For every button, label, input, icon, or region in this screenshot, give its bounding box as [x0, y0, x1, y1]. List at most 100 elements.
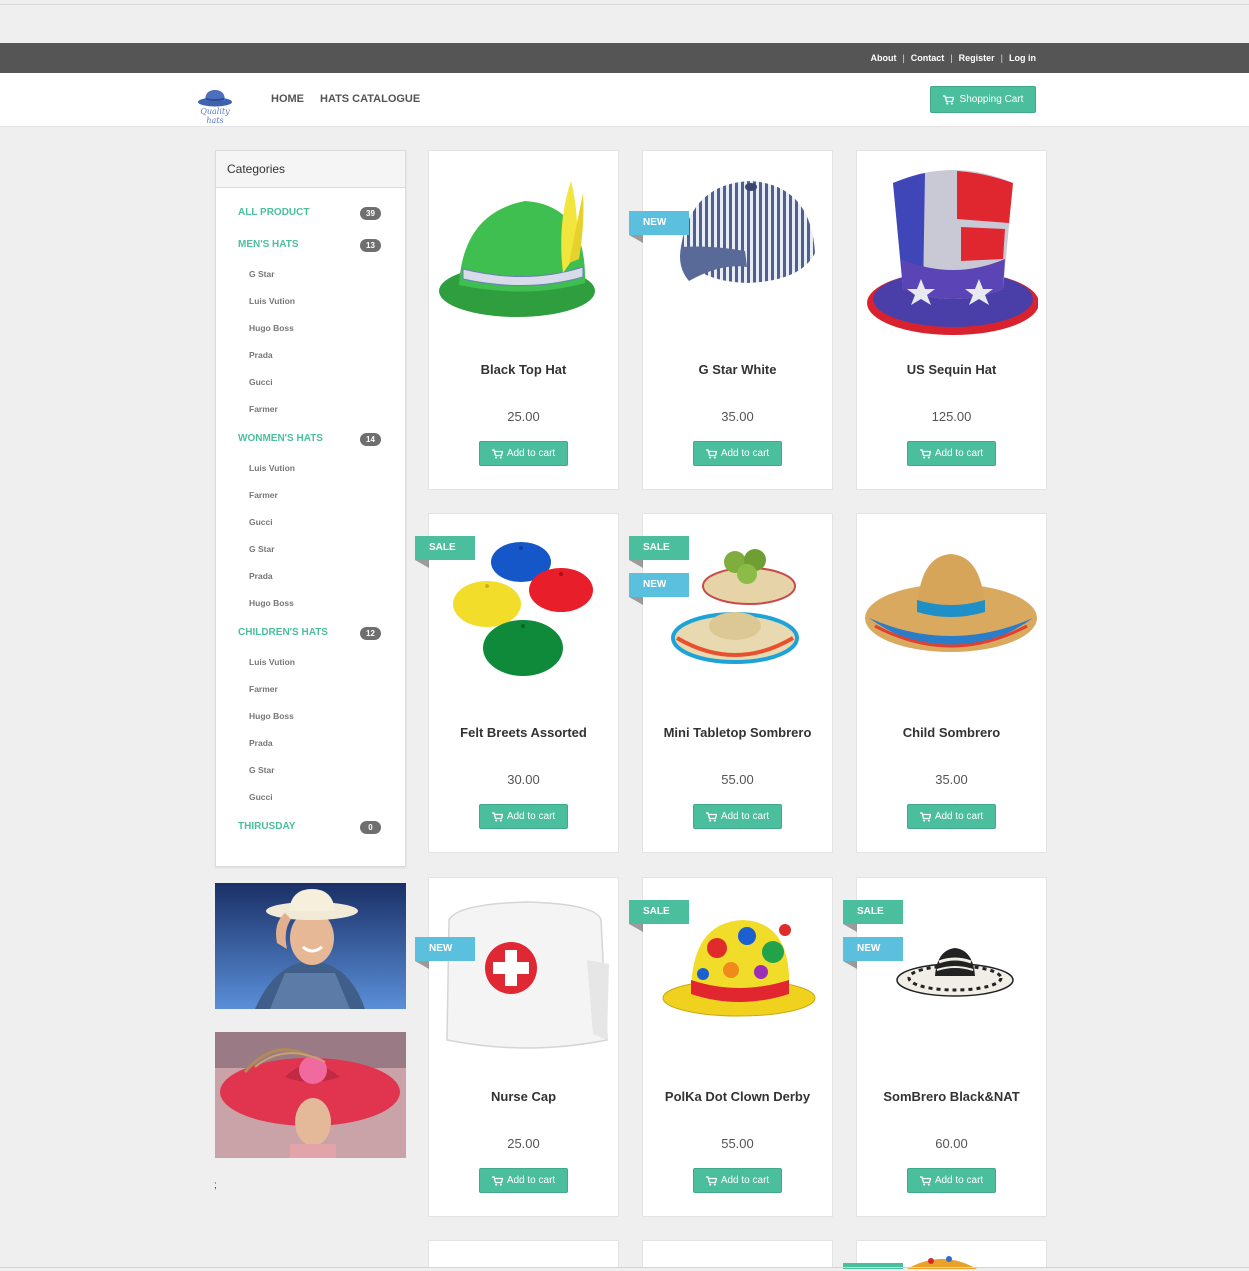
cart-icon — [705, 448, 717, 459]
subcategory-item[interactable]: Luis Vution — [216, 648, 405, 675]
product-price: 60.00 — [935, 1136, 968, 1151]
cart-icon — [919, 1175, 931, 1186]
add-to-cart-button[interactable]: Add to cart — [479, 804, 568, 829]
product-price: 55.00 — [721, 1136, 754, 1151]
category-all-product[interactable]: ALL PRODUCT 39 — [216, 196, 405, 228]
subcategory-item[interactable]: Prada — [216, 729, 405, 756]
top-divider — [0, 4, 1249, 5]
login-link[interactable]: Log in — [1009, 53, 1036, 63]
subcategory-item[interactable]: G Star — [216, 260, 405, 287]
product-card: NEW Nurse Cap 25.00 Add to cart — [415, 877, 619, 1217]
cart-icon — [705, 1175, 717, 1186]
straw-sombrero-icon — [865, 554, 1037, 652]
subcategory-item[interactable]: G Star — [216, 756, 405, 783]
shopping-cart-button[interactable]: Shopping Cart — [930, 86, 1036, 113]
about-link[interactable]: About — [870, 53, 896, 63]
site-logo[interactable]: Quality hats — [195, 85, 235, 125]
cart-icon — [942, 94, 954, 105]
category-childrens-hats[interactable]: CHILDREN'S HATS 12 — [216, 616, 405, 648]
categories-title: Categories — [216, 151, 405, 188]
subcategory-item[interactable]: Prada — [216, 341, 405, 368]
product-price: 125.00 — [931, 409, 972, 424]
subcategory-item[interactable]: Farmer — [216, 481, 405, 508]
product-name[interactable]: G Star White — [643, 362, 832, 377]
add-to-cart-button[interactable]: Add to cart — [907, 804, 996, 829]
subcategory-item[interactable]: Gucci — [216, 368, 405, 395]
category-count-badge: 12 — [360, 627, 381, 640]
product-name[interactable]: Nurse Cap — [429, 1089, 618, 1104]
subcategory-item[interactable]: Farmer — [216, 675, 405, 702]
product-card: Black Top Hat 25.00 Add to cart — [428, 150, 619, 490]
add-to-cart-button[interactable]: Add to cart — [693, 804, 782, 829]
product-card: Child Sombrero 35.00 Add to cart — [856, 513, 1047, 853]
sale-badge: SALE — [629, 536, 689, 568]
sale-badge: SALE — [629, 900, 689, 932]
category-count-badge: 13 — [360, 239, 381, 252]
product-card-partial — [428, 1240, 619, 1268]
top-bar: About | Contact | Register | Log in — [0, 43, 1249, 73]
cart-icon — [491, 1175, 503, 1186]
subcategory-item[interactable]: Hugo Boss — [216, 702, 405, 729]
product-price: 25.00 — [507, 1136, 540, 1151]
sale-badge: SALE — [843, 900, 903, 932]
new-badge: NEW — [843, 937, 903, 969]
product-name[interactable]: Mini Tabletop Sombrero — [643, 725, 832, 740]
category-womens-hats[interactable]: WONMEN'S HATS 14 — [216, 422, 405, 454]
subcategory-item[interactable]: Luis Vution — [216, 454, 405, 481]
product-name[interactable]: Black Top Hat — [429, 362, 618, 377]
subcategory-item[interactable]: Hugo Boss — [216, 589, 405, 616]
product-name[interactable]: US Sequin Hat — [857, 362, 1046, 377]
account-links: About | Contact | Register | Log in — [870, 53, 1036, 63]
subcategory-item[interactable]: Farmer — [216, 395, 405, 422]
add-to-cart-button[interactable]: Add to cart — [907, 1168, 996, 1193]
sale-badge: SALE — [415, 536, 475, 568]
subcategory-item[interactable]: Prada — [216, 562, 405, 589]
product-price: 35.00 — [935, 772, 968, 787]
cart-icon — [919, 448, 931, 459]
promo-image-pink-hat[interactable] — [215, 1032, 406, 1158]
add-to-cart-button[interactable]: Add to cart — [693, 441, 782, 466]
category-count-badge: 0 — [360, 821, 381, 834]
sequin-top-hat-icon — [867, 170, 1038, 335]
add-to-cart-button[interactable]: Add to cart — [693, 1168, 782, 1193]
hat-logo-icon — [198, 90, 232, 107]
contact-link[interactable]: Contact — [911, 53, 945, 63]
pink-hat-photo-icon — [215, 1032, 406, 1158]
subcategory-item[interactable]: Gucci — [216, 508, 405, 535]
logo-text: Quality hats — [200, 107, 230, 125]
product-card: SALE NEW SomBrero Black&NAT 60.00 Add to… — [843, 877, 1047, 1217]
subcategory-item[interactable]: Gucci — [216, 783, 405, 810]
add-to-cart-button[interactable]: Add to cart — [479, 441, 568, 466]
add-to-cart-button[interactable]: Add to cart — [907, 441, 996, 466]
product-price: 25.00 — [507, 409, 540, 424]
product-card-partial — [642, 1240, 833, 1268]
main-nav: HOME HATS CATALOGUE — [271, 73, 420, 125]
promo-image-cowboy[interactable] — [215, 883, 406, 1009]
category-list: ALL PRODUCT 39 MEN'S HATS 13 G Star Luis V… — [216, 188, 405, 842]
category-mens-hats[interactable]: MEN'S HATS 13 — [216, 228, 405, 260]
subcategory-item[interactable]: Luis Vution — [216, 287, 405, 314]
new-badge: NEW — [629, 211, 689, 243]
product-price: 55.00 — [721, 772, 754, 787]
add-to-cart-button[interactable]: Add to cart — [479, 1168, 568, 1193]
product-name[interactable]: PolKa Dot Clown Derby — [643, 1089, 832, 1104]
register-link[interactable]: Register — [959, 53, 995, 63]
shopping-cart-label: Shopping Cart — [959, 94, 1024, 105]
product-card: NEW G Star White 35.00 Add to cart — [629, 150, 833, 490]
green-alpine-hat-icon — [439, 181, 595, 317]
nav-home[interactable]: HOME — [271, 93, 304, 105]
category-count-badge: 14 — [360, 433, 381, 446]
product-card: SALE PolKa Dot Clown Derby 55.00 Add to … — [629, 877, 833, 1217]
product-name[interactable]: SomBrero Black&NAT — [857, 1089, 1046, 1104]
striped-engineer-cap-icon — [680, 181, 815, 283]
subcategory-item[interactable]: Hugo Boss — [216, 314, 405, 341]
product-name[interactable]: Felt Breets Assorted — [429, 725, 618, 740]
product-price: 35.00 — [721, 409, 754, 424]
subcategory-item[interactable]: G Star — [216, 535, 405, 562]
product-name[interactable]: Child Sombrero — [857, 725, 1046, 740]
cowboy-photo-icon — [215, 883, 406, 1009]
category-thirusday[interactable]: THIRUSDAY 0 — [216, 810, 405, 842]
nav-hats-catalogue[interactable]: HATS CATALOGUE — [320, 93, 420, 105]
sale-badge-partial — [843, 1263, 903, 1269]
nurse-cap-icon — [446, 901, 609, 1049]
